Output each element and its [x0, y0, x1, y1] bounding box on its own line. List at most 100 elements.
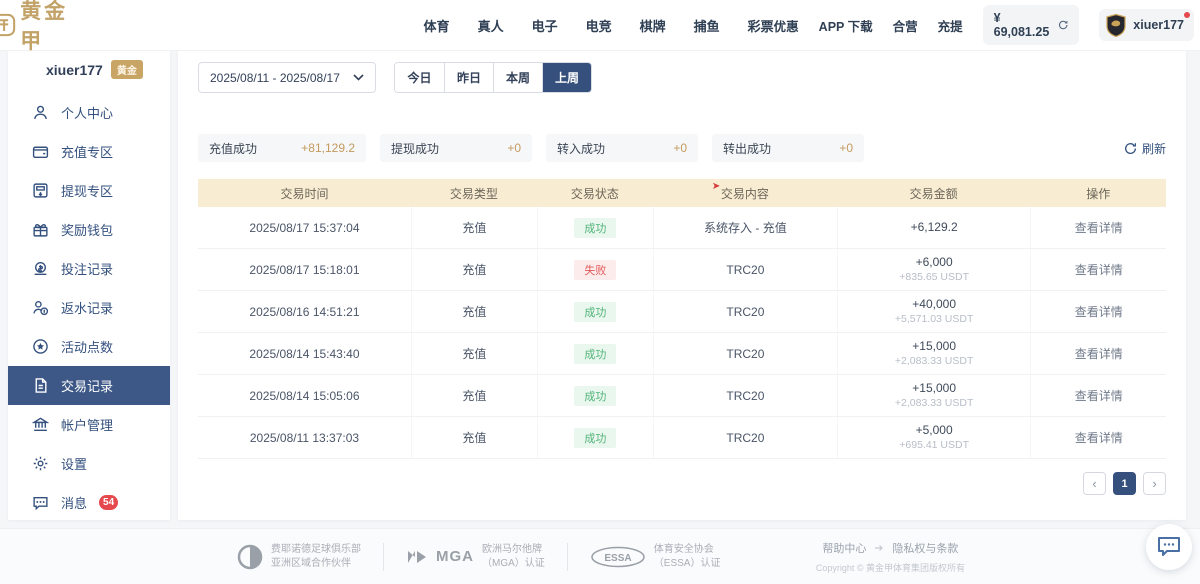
sidebar-item-deposit-zone[interactable]: 充值专区: [8, 132, 170, 171]
footer-links-block: 帮助中心 隐私权与条款 Copyright © 黄金甲体育集团版权所有: [816, 540, 965, 574]
sidebar-item-withdraw-zone[interactable]: 提现专区: [8, 171, 170, 210]
help-center-link[interactable]: 帮助中心: [822, 540, 866, 556]
date-range-select[interactable]: 2025/08/11 - 2025/08/17: [198, 62, 376, 93]
atm-icon: [32, 182, 49, 199]
view-details-link[interactable]: 查看详情: [1075, 345, 1123, 362]
message-icon: [32, 494, 49, 511]
cell-action: 查看详情: [1030, 417, 1166, 458]
cell-content: TRC20: [653, 249, 837, 290]
cell-content: TRC20: [653, 375, 837, 416]
sidebar-item-personal-center[interactable]: 个人中心: [8, 93, 170, 132]
bank-icon: [32, 416, 49, 433]
sidebar-item-settings[interactable]: 设置: [8, 444, 170, 483]
tab-today[interactable]: 今日: [395, 63, 444, 92]
gift-icon: [32, 221, 49, 238]
view-details-link[interactable]: 查看详情: [1075, 387, 1123, 404]
nav-slots[interactable]: 电子: [532, 16, 558, 35]
sidebar-username: xiuer177: [46, 62, 103, 78]
summary-transfer-out-success: 转出成功 +0: [712, 134, 864, 162]
nav-esports[interactable]: 电竞: [586, 16, 612, 35]
notification-dot: [1184, 12, 1190, 18]
cell-content: TRC20: [653, 333, 837, 374]
nav-live[interactable]: 真人: [478, 16, 504, 35]
tab-yesterday[interactable]: 昨日: [444, 63, 493, 92]
filter-row: 2025/08/11 - 2025/08/17 今日 昨日 本周 上周: [198, 62, 1166, 93]
summary-label: 提现成功: [391, 140, 439, 157]
cell-type: 充值: [411, 375, 537, 416]
sidebar-item-messages[interactable]: 消息 54: [8, 483, 170, 522]
nav-sports[interactable]: 体育: [424, 16, 450, 35]
top-header: 黄金甲 体育 真人 电子 电竞 棋牌 捕鱼 彩票 优惠 APP 下载 合营 充提…: [0, 0, 1200, 50]
rebate-icon: [32, 299, 49, 316]
table-row: 2025/08/11 13:37:03 充值 成功 TRC20 +5,000+6…: [198, 417, 1166, 459]
table-row: 2025/08/17 15:37:04 充值 成功 系统存入 - 充值 +6,1…: [198, 207, 1166, 249]
nav-cards[interactable]: 棋牌: [640, 16, 666, 35]
link-deposit-withdraw[interactable]: 充提: [938, 16, 963, 35]
balance-amount: ¥ 69,081.25: [994, 11, 1051, 39]
user-menu[interactable]: xiuer177: [1099, 9, 1194, 41]
col-status: 交易状态: [537, 185, 653, 202]
balance-pill[interactable]: ¥ 69,081.25: [983, 5, 1080, 45]
sidebar-item-activity-points[interactable]: 活动点数: [8, 327, 170, 366]
tab-this-week[interactable]: 本周: [493, 63, 542, 92]
view-details-link[interactable]: 查看详情: [1075, 219, 1123, 236]
cell-status: 成功: [537, 375, 653, 416]
sidebar-item-bet-records[interactable]: 投注记录: [8, 249, 170, 288]
cell-time: 2025/08/17 15:37:04: [198, 207, 411, 248]
col-type: 交易类型: [411, 185, 537, 202]
document-icon: [32, 377, 49, 394]
prev-page-button[interactable]: ‹: [1083, 472, 1106, 495]
status-badge: 成功: [574, 428, 616, 448]
vip-level-badge: 黄金: [111, 60, 143, 79]
view-details-link[interactable]: 查看详情: [1075, 429, 1123, 446]
view-details-link[interactable]: 查看详情: [1075, 261, 1123, 278]
gear-icon: [32, 455, 49, 472]
nav-lottery[interactable]: 彩票: [748, 16, 774, 35]
col-time: 交易时间: [198, 185, 411, 202]
link-affiliate[interactable]: 合营: [893, 16, 918, 35]
status-badge: 成功: [574, 302, 616, 322]
sidebar-item-reward-wallet[interactable]: 奖励钱包: [8, 210, 170, 249]
nav-fishing[interactable]: 捕鱼: [694, 16, 720, 35]
view-details-link[interactable]: 查看详情: [1075, 303, 1123, 320]
cell-action: 查看详情: [1030, 291, 1166, 332]
live-chat-button[interactable]: [1146, 524, 1192, 570]
refresh-icon: [1124, 142, 1137, 155]
refresh-balance-icon[interactable]: [1058, 19, 1068, 31]
user-shield-avatar: [1105, 13, 1127, 37]
table-row: 2025/08/14 15:43:40 充值 成功 TRC20 +15,000+…: [198, 333, 1166, 375]
cell-type: 充值: [411, 417, 537, 458]
link-promos[interactable]: 优惠: [774, 16, 799, 35]
menu-label: 消息: [61, 493, 87, 512]
bet-record-icon: [32, 260, 49, 277]
tab-last-week[interactable]: 上周: [542, 63, 591, 92]
brand-logo[interactable]: 黄金甲: [0, 0, 69, 55]
cell-action: 查看详情: [1030, 249, 1166, 290]
cell-time: 2025/08/11 13:37:03: [198, 417, 411, 458]
chevron-down-icon: [353, 74, 364, 81]
summary-value: +0: [507, 141, 521, 155]
table-row: 2025/08/16 14:51:21 充值 成功 TRC20 +40,000+…: [198, 291, 1166, 333]
cell-amount: +15,000+2,083.33 USDT: [837, 333, 1031, 374]
sidebar-item-account-management[interactable]: 帐户管理: [8, 405, 170, 444]
svg-text:ESSA: ESSA: [604, 553, 631, 564]
copyright: Copyright © 黄金甲体育集团版权所有: [816, 561, 965, 574]
sidebar-item-transaction-records[interactable]: 交易记录: [8, 366, 170, 405]
next-page-button[interactable]: ›: [1143, 472, 1166, 495]
status-badge: 成功: [574, 386, 616, 406]
sidebar-item-rebate-records[interactable]: 返水记录: [8, 288, 170, 327]
cell-action: 查看详情: [1030, 375, 1166, 416]
summary-value: +0: [839, 141, 853, 155]
menu-label: 个人中心: [61, 103, 113, 122]
privacy-terms-link[interactable]: 隐私权与条款: [892, 540, 958, 556]
summary-deposit-success: 充值成功 +81,129.2: [198, 134, 366, 162]
link-app-download[interactable]: APP 下载: [819, 16, 873, 35]
period-tabs: 今日 昨日 本周 上周: [394, 62, 592, 93]
cell-content: 系统存入 - 充值: [653, 207, 837, 248]
current-page[interactable]: 1: [1113, 472, 1136, 495]
summary-label: 充值成功: [209, 140, 257, 157]
refresh-button[interactable]: 刷新: [1124, 140, 1166, 157]
summary-label: 转入成功: [557, 140, 605, 157]
menu-label: 设置: [61, 454, 87, 473]
brand-emblem-icon: [0, 7, 16, 43]
